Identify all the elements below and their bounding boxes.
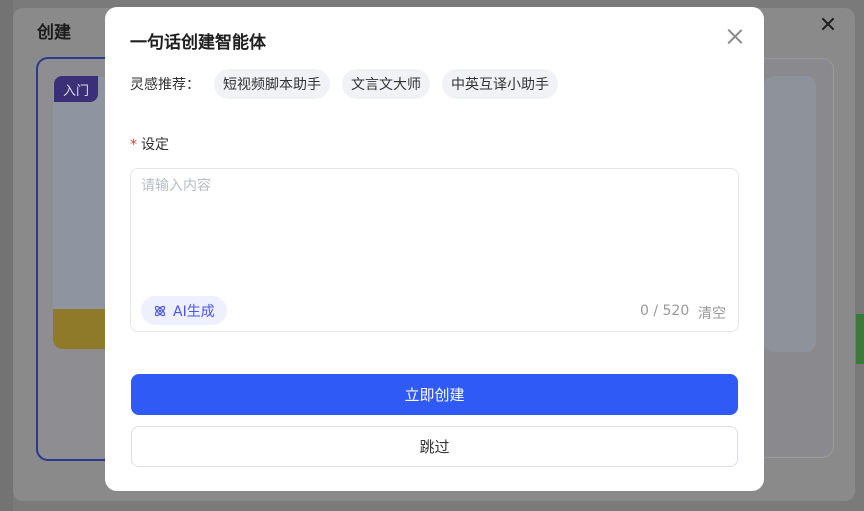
required-mark: * xyxy=(130,137,137,153)
background-green-edge xyxy=(856,314,864,364)
background-card-left-image xyxy=(53,77,113,349)
background-card-right-image xyxy=(764,76,816,352)
background-card-left-banner xyxy=(53,309,113,349)
ai-generate-button[interactable]: AI生成 xyxy=(141,296,227,325)
inspiration-chip-classical-chinese[interactable]: 文言文大师 xyxy=(342,69,430,99)
create-now-button[interactable]: 立即创建 xyxy=(131,374,738,415)
clear-button[interactable]: 清空 xyxy=(698,303,726,323)
skip-button[interactable]: 跳过 xyxy=(131,426,738,467)
background-title: 创建 xyxy=(37,23,71,43)
settings-textarea[interactable] xyxy=(141,175,726,285)
atom-icon xyxy=(153,304,167,318)
background-close-icon[interactable] xyxy=(818,14,838,34)
modal-title: 一句话创建智能体 xyxy=(130,33,266,53)
create-agent-modal: 一句话创建智能体 灵感推荐： 短视频脚本助手 文言文大师 中英互译小助手 * 设定… xyxy=(105,7,764,491)
background-edge xyxy=(0,0,13,511)
character-counter: 0 / 520 xyxy=(640,303,690,319)
inspiration-chip-translation[interactable]: 中英互译小助手 xyxy=(442,69,558,99)
inspiration-label: 灵感推荐： xyxy=(130,77,200,93)
background-card-tag: 入门 xyxy=(54,76,98,102)
settings-label-text: 设定 xyxy=(141,137,169,153)
settings-field-label: * 设定 xyxy=(130,134,169,154)
close-icon[interactable] xyxy=(724,25,746,47)
ai-generate-label: AI生成 xyxy=(173,303,215,320)
settings-input-container: AI生成 0 / 520 清空 xyxy=(130,168,739,332)
inspiration-row: 灵感推荐： 短视频脚本助手 文言文大师 中英互译小助手 xyxy=(130,69,570,99)
inspiration-chip-short-video[interactable]: 短视频脚本助手 xyxy=(214,69,330,99)
